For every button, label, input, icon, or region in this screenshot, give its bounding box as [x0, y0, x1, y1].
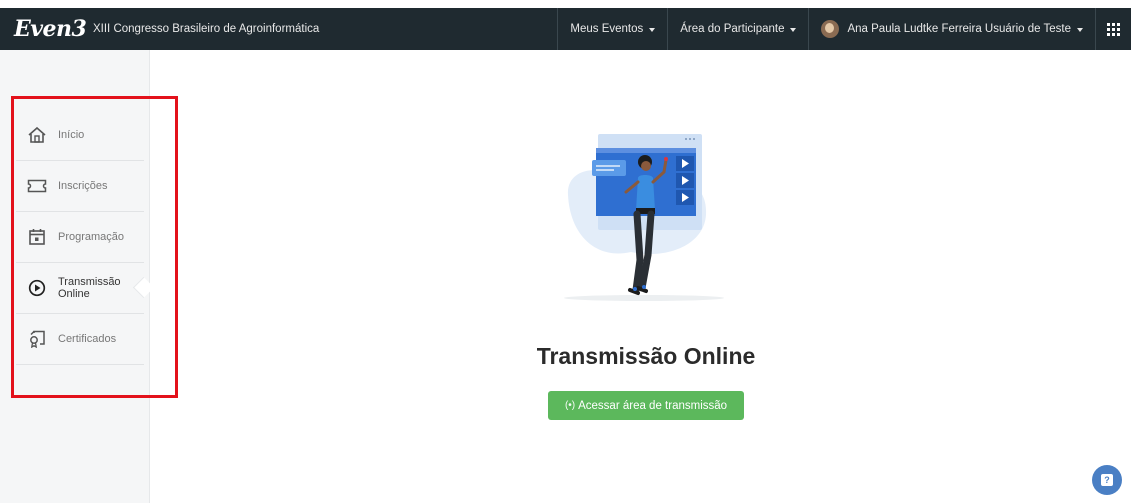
sidebar-item-label: Programação [58, 231, 125, 243]
question-icon: ? [1101, 474, 1113, 486]
certificate-icon [26, 328, 48, 350]
my-events-label: Meus Eventos [570, 23, 644, 35]
broadcast-icon: (•) [564, 400, 576, 411]
sidebar-item-label: Inscrições [58, 180, 108, 192]
sidebar-item-label: Início [58, 129, 85, 141]
event-title[interactable]: XIII Congresso Brasileiro de Agroinformá… [93, 8, 319, 50]
sidebar-item-transmissao-online[interactable]: Transmissão Online [16, 263, 144, 314]
ticket-icon [26, 175, 48, 197]
avatar [821, 20, 840, 38]
sidebar: Início Inscrições Programação Transmissã… [0, 50, 150, 503]
sidebar-item-label: Certificados [58, 333, 117, 345]
my-events-menu[interactable]: Meus Eventos [557, 8, 667, 50]
user-menu[interactable]: Ana Paula Ludtke Ferreira Usuário de Tes… [808, 8, 1095, 50]
sidebar-item-inscricoes[interactable]: Inscrições [16, 161, 144, 212]
access-streaming-button[interactable]: (•) Acessar área de transmissão [548, 391, 744, 420]
page-title: Transmissão Online [536, 343, 756, 369]
main-content: Transmissão Online (•) Acessar área de t… [151, 50, 1131, 503]
sidebar-item-inicio[interactable]: Início [16, 110, 144, 161]
navbar-bar: Even3 XIII Congresso Brasileiro de Agroi… [0, 8, 1131, 50]
chevron-down-icon [649, 28, 656, 32]
even3-logo[interactable]: Even3 [14, 8, 87, 50]
chevron-down-icon [1077, 28, 1083, 32]
navbar-right: Meus Eventos Área do Participante Ana Pa… [557, 8, 1131, 50]
calendar-icon [26, 226, 48, 248]
home-icon [26, 124, 48, 146]
apps-grid-button[interactable] [1095, 8, 1131, 50]
top-navbar: Even3 XIII Congresso Brasileiro de Agroi… [0, 0, 1131, 50]
chevron-down-icon [790, 28, 797, 32]
participant-area-menu[interactable]: Área do Participante [667, 8, 808, 50]
grid-icon [1107, 22, 1120, 36]
access-streaming-label: Acessar área de transmissão [578, 399, 728, 412]
video-streaming-illustration [556, 130, 736, 305]
sidebar-item-certificados[interactable]: Certificados [16, 314, 144, 365]
sidebar-item-programacao[interactable]: Programação [16, 212, 144, 263]
top-strip [0, 0, 1131, 8]
user-name: Ana Paula Ludtke Ferreira Usuário de Tes… [847, 23, 1071, 35]
participant-area-label: Área do Participante [680, 23, 785, 35]
help-chat-button[interactable]: ? [1092, 465, 1122, 495]
play-circle-icon [26, 277, 48, 299]
sidebar-item-label: Transmissão Online [58, 276, 121, 300]
